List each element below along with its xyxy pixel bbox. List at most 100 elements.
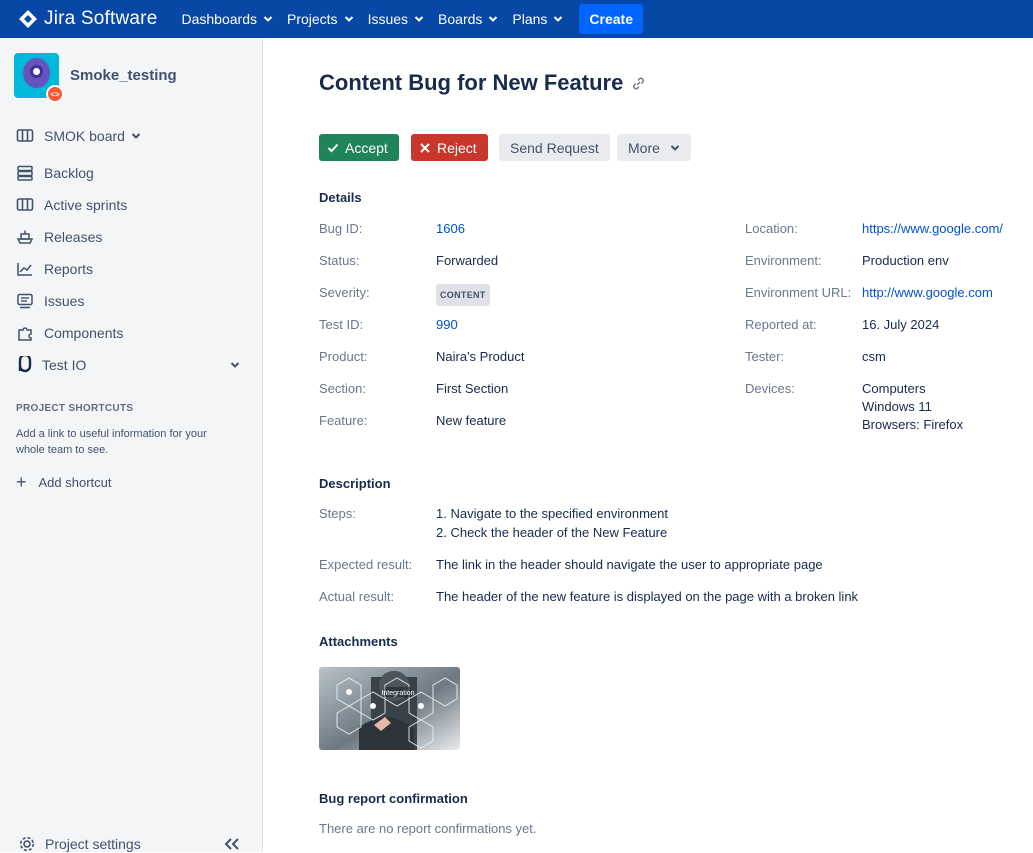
chevron-down-icon <box>263 16 273 22</box>
puzzle-icon <box>18 327 32 341</box>
chevron-down-icon <box>489 16 498 22</box>
accept-label: Accept <box>345 139 388 156</box>
project-settings-link[interactable]: Project settings <box>18 835 141 853</box>
tester-label: Tester: <box>745 349 785 364</box>
severity-badge: CONTENT <box>436 284 490 306</box>
nav-label: Dashboards <box>181 11 257 27</box>
integration-image: Integration <box>319 667 460 750</box>
test-id-link[interactable]: 990 <box>436 316 458 334</box>
attachment-thumbnail[interactable]: Integration <box>319 667 460 750</box>
ship-icon <box>16 230 34 244</box>
severity-label: Severity: <box>319 285 370 300</box>
nav-projects[interactable]: Projects <box>287 11 354 27</box>
severity-badge-wrap: CONTENT <box>436 284 490 306</box>
sidebar-item-label: Components <box>44 325 124 341</box>
project-header[interactable]: <> Smoke_testing <box>14 53 177 103</box>
sprints-icon <box>16 198 34 211</box>
more-button[interactable]: More <box>617 134 691 161</box>
location-link[interactable]: https://www.google.com/ <box>862 220 1003 238</box>
backlog-icon <box>17 165 33 181</box>
step-item: 2. Check the header of the New Feature <box>436 525 668 540</box>
reported-at-value: 16. July 2024 <box>862 317 940 332</box>
gear-icon <box>19 836 35 852</box>
nav-issues[interactable]: Issues <box>368 11 424 27</box>
sidebar-item-label: Issues <box>44 293 85 309</box>
chevron-down-icon <box>670 144 680 151</box>
steps-label: Steps: <box>319 506 356 521</box>
sidebar-item-reports[interactable]: Reports <box>16 260 93 278</box>
description-heading: Description <box>319 476 391 491</box>
send-request-button[interactable]: Send Request <box>499 134 610 161</box>
device-line: Windows 11 <box>862 399 932 414</box>
sidebar-item-label: SMOK board <box>44 128 125 144</box>
expected-result-value: The link in the header should navigate t… <box>436 557 823 572</box>
jira-logo[interactable]: Jira Software <box>18 8 157 30</box>
nav-label: Projects <box>286 11 338 27</box>
project-name: Smoke_testing <box>70 67 177 84</box>
product-value: Naira's Product <box>436 349 525 364</box>
check-icon <box>327 143 339 152</box>
link-icon[interactable] <box>631 76 646 91</box>
sidebar-item-active-sprints[interactable]: Active sprints <box>16 196 127 214</box>
details-heading: Details <box>319 190 362 205</box>
device-line: Computers <box>862 381 926 396</box>
collapse-sidebar-icon[interactable] <box>224 837 240 851</box>
sidebar-item-label: Active sprints <box>44 197 128 213</box>
status-value: Forwarded <box>436 253 499 268</box>
sidebar-item-board[interactable]: SMOK board <box>16 127 141 145</box>
confirmation-heading: Bug report confirmation <box>319 791 468 806</box>
sidebar-item-components[interactable]: Components <box>16 324 123 342</box>
nav-label: Boards <box>438 11 483 27</box>
nav-dashboards[interactable]: Dashboards <box>181 11 273 27</box>
nav-boards[interactable]: Boards <box>438 11 498 27</box>
shortcuts-heading: PROJECT SHORTCUTS <box>16 403 134 414</box>
nav-label: Issues <box>367 11 409 27</box>
devices-label: Devices: <box>745 381 795 396</box>
actual-result-value: The header of the new feature is display… <box>436 589 859 604</box>
issues-icon <box>17 293 33 309</box>
feature-label: Feature: <box>319 413 368 428</box>
nav-plans[interactable]: Plans <box>512 11 563 27</box>
product-label: Product: <box>319 349 368 364</box>
jira-diamond-icon <box>19 10 37 28</box>
section-label: Section: <box>319 381 366 396</box>
reject-button[interactable]: Reject <box>411 134 488 161</box>
sidebar-item-label: Reports <box>44 261 94 277</box>
bug-id-label: Bug ID: <box>319 221 363 236</box>
code-badge-icon: <> <box>46 85 64 103</box>
create-button[interactable]: Create <box>579 4 644 34</box>
chart-icon <box>17 263 32 276</box>
close-icon <box>420 142 430 153</box>
bug-id-link[interactable]: 1606 <box>436 220 465 238</box>
sidebar-item-label: Releases <box>44 229 103 245</box>
environment-url-link[interactable]: http://www.google.com <box>862 284 993 302</box>
attachment-caption: Integration <box>381 690 414 697</box>
device-line: Browsers: Firefox <box>862 417 964 432</box>
shortcuts-help-text: Add a link to useful information for you… <box>16 428 207 456</box>
section-value: First Section <box>436 381 509 396</box>
project-sidebar: <> Smoke_testing SMOK board Backlog Acti… <box>0 38 263 852</box>
add-shortcut-label: Add shortcut <box>38 475 112 490</box>
sidebar-item-issues[interactable]: Issues <box>16 292 84 310</box>
page-title: Content Bug for New Feature <box>319 70 624 95</box>
environment-url-label: Environment URL: <box>745 285 852 300</box>
location-label: Location: <box>745 221 798 236</box>
feature-value: New feature <box>436 413 507 428</box>
board-icon <box>16 129 34 142</box>
plus-icon: + <box>16 472 27 492</box>
more-label: More <box>628 139 660 156</box>
sidebar-item-releases[interactable]: Releases <box>16 228 102 246</box>
reported-at-label: Reported at: <box>745 317 817 332</box>
actual-result-label: Actual result: <box>319 589 395 604</box>
sidebar-item-backlog[interactable]: Backlog <box>16 164 94 182</box>
issue-title-row: Content Bug for New Feature <box>319 70 646 96</box>
add-shortcut-button[interactable]: + Add shortcut <box>16 472 112 493</box>
brand-name: Jira Software <box>44 8 158 29</box>
sidebar-item-test-io[interactable]: Test IO <box>16 356 240 374</box>
step-item: 1. Navigate to the specified environment <box>436 506 668 521</box>
chevron-down-icon <box>414 16 424 22</box>
steps-value: 1. Navigate to the specified environment… <box>436 505 668 542</box>
accept-button[interactable]: Accept <box>319 134 399 161</box>
chevron-down-icon <box>131 133 141 139</box>
attachments-heading: Attachments <box>319 634 398 649</box>
